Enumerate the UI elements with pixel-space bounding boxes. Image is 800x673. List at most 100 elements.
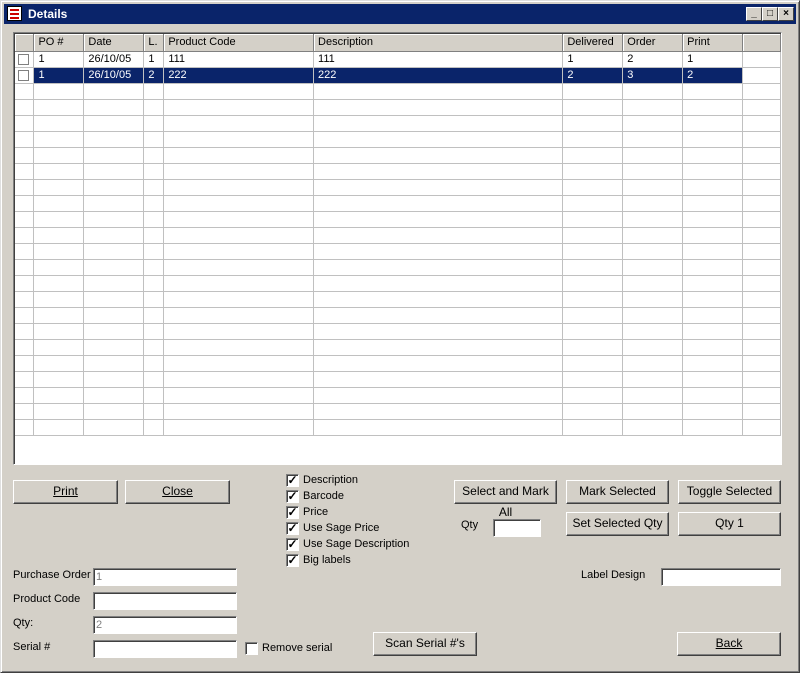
- checkbox-box[interactable]: ✓: [286, 490, 299, 503]
- column-header[interactable]: PO #: [33, 34, 85, 52]
- empty-cell: [562, 243, 624, 260]
- empty-cell: [682, 307, 744, 324]
- close-window-button[interactable]: ×: [778, 7, 794, 21]
- empty-cell: [313, 291, 564, 308]
- empty-cell: [742, 99, 781, 116]
- empty-cell: [163, 83, 315, 100]
- row-checkbox[interactable]: [18, 53, 29, 65]
- cell-print[interactable]: 2: [682, 67, 744, 84]
- cell-description[interactable]: 222: [313, 67, 564, 84]
- column-header[interactable]: [742, 34, 781, 52]
- cell-po[interactable]: 1: [33, 51, 85, 68]
- row-checkbox-cell[interactable]: [15, 51, 35, 68]
- checkbox-box[interactable]: ✓: [286, 506, 299, 519]
- checkbox-box[interactable]: ✓: [286, 474, 299, 487]
- column-header[interactable]: Order: [622, 34, 684, 52]
- empty-cell: [682, 275, 744, 292]
- empty-cell: [313, 371, 564, 388]
- cell-product-code[interactable]: 111: [163, 51, 315, 68]
- option-label: Barcode: [303, 490, 344, 502]
- set-selected-qty-button[interactable]: Set Selected Qty: [566, 512, 669, 536]
- empty-cell: [33, 83, 85, 100]
- empty-cell: [682, 323, 744, 340]
- column-header[interactable]: [15, 34, 35, 52]
- empty-row: [15, 179, 781, 196]
- cell-line[interactable]: 1: [143, 51, 165, 68]
- empty-cell: [83, 131, 145, 148]
- empty-cell: [143, 323, 165, 340]
- mark-selected-button[interactable]: Mark Selected: [566, 480, 669, 504]
- empty-cell: [143, 307, 165, 324]
- back-button[interactable]: Back: [677, 632, 781, 656]
- empty-cell: [163, 115, 315, 132]
- qty-form-field[interactable]: 2: [93, 616, 237, 634]
- close-button[interactable]: Close: [125, 480, 230, 504]
- empty-cell: [682, 83, 744, 100]
- empty-cell: [83, 387, 145, 404]
- table-row[interactable]: 1 26/10/05 2 222 222 2 3 2: [15, 67, 781, 84]
- empty-cell: [143, 355, 165, 372]
- row-checkbox-cell[interactable]: [15, 67, 35, 84]
- empty-cell: [33, 403, 85, 420]
- cell-print[interactable]: 1: [682, 51, 744, 68]
- qty-input[interactable]: [493, 519, 541, 537]
- empty-cell: [562, 179, 624, 196]
- cell-date[interactable]: 26/10/05: [83, 51, 145, 68]
- scan-serial-button[interactable]: Scan Serial #'s: [373, 632, 477, 656]
- remove-serial-box[interactable]: [245, 642, 258, 655]
- empty-cell: [313, 211, 564, 228]
- empty-cell: [742, 115, 781, 132]
- close-button-label: Close: [162, 484, 193, 498]
- empty-cell: [682, 99, 744, 116]
- maximize-button[interactable]: □: [762, 7, 778, 21]
- select-and-mark-all-button[interactable]: Select and Mark All: [454, 480, 557, 519]
- serial-field[interactable]: [93, 640, 237, 658]
- empty-cell: [622, 115, 684, 132]
- product-code-field[interactable]: [93, 592, 237, 610]
- checkbox-box[interactable]: ✓: [286, 522, 299, 535]
- label-design-field[interactable]: [661, 568, 781, 586]
- empty-cell: [83, 371, 145, 388]
- minimize-button[interactable]: _: [746, 7, 762, 21]
- empty-cell: [562, 355, 624, 372]
- empty-cell: [33, 147, 85, 164]
- column-header[interactable]: Print: [682, 34, 744, 52]
- option-label: Price: [303, 506, 329, 518]
- empty-row: [15, 371, 781, 388]
- purchase-order-field[interactable]: 1: [93, 568, 237, 586]
- cell-description[interactable]: 111: [313, 51, 564, 68]
- empty-cell: [33, 195, 85, 212]
- cell-po[interactable]: 1: [33, 67, 85, 84]
- cell-line[interactable]: 2: [143, 67, 165, 84]
- empty-cell: [83, 323, 145, 340]
- empty-cell: [33, 355, 85, 372]
- empty-cell: [83, 195, 145, 212]
- toggle-selected-button[interactable]: Toggle Selected: [678, 480, 781, 504]
- cell-delivered[interactable]: 2: [562, 67, 624, 84]
- column-header[interactable]: Description: [313, 34, 564, 52]
- qty1-button[interactable]: Qty 1: [678, 512, 781, 536]
- table-row[interactable]: 1 26/10/05 1 111 111 1 2 1: [15, 51, 781, 68]
- column-header[interactable]: Date: [83, 34, 145, 52]
- empty-cell: [682, 211, 744, 228]
- empty-cell: [143, 403, 165, 420]
- checkbox-box[interactable]: ✓: [286, 538, 299, 551]
- column-header[interactable]: L.: [143, 34, 165, 52]
- cell-date[interactable]: 26/10/05: [83, 67, 145, 84]
- cell-product-code[interactable]: 222: [163, 67, 315, 84]
- column-header[interactable]: Delivered: [562, 34, 624, 52]
- row-checkbox[interactable]: [18, 69, 29, 81]
- cell-order[interactable]: 3: [622, 67, 684, 84]
- details-grid[interactable]: PO # Date L. Product Code Description Deliver…: [13, 32, 782, 465]
- empty-cell: [15, 307, 35, 324]
- checkbox-box[interactable]: ✓: [286, 554, 299, 567]
- cell-delivered[interactable]: 1: [562, 51, 624, 68]
- empty-cell: [622, 195, 684, 212]
- empty-cell: [33, 179, 85, 196]
- empty-cell: [622, 163, 684, 180]
- cell-order[interactable]: 2: [622, 51, 684, 68]
- empty-cell: [143, 371, 165, 388]
- print-button[interactable]: Print: [13, 480, 118, 504]
- empty-cell: [143, 227, 165, 244]
- column-header[interactable]: Product Code: [163, 34, 315, 52]
